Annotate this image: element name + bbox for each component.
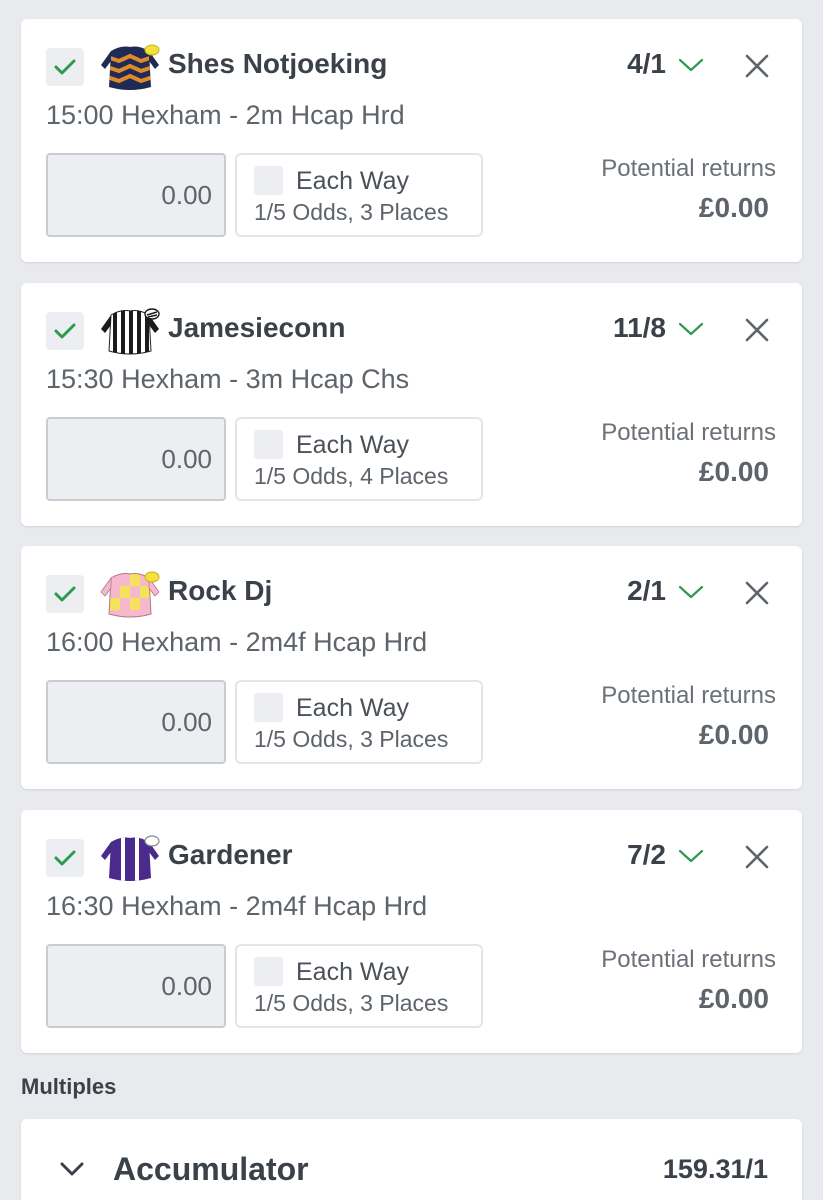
- close-icon: [745, 318, 769, 342]
- stake-input[interactable]: 0.00: [46, 417, 226, 501]
- each-way-terms: 1/5 Odds, 4 Places: [254, 463, 449, 489]
- potential-returns-label: Potential returns: [601, 682, 776, 709]
- black-white-stripes-silk-icon: [101, 308, 160, 355]
- chevron-down-icon[interactable]: [676, 53, 706, 77]
- potential-returns-value: £0.00: [698, 719, 769, 750]
- odds-button[interactable]: 2/1: [627, 575, 666, 607]
- remove-selection-button[interactable]: [743, 843, 771, 871]
- potential-returns-value: £0.00: [698, 983, 769, 1014]
- each-way-terms: 1/5 Odds, 3 Places: [254, 990, 449, 1016]
- each-way-toggle[interactable]: Each Way 1/5 Odds, 4 Places: [235, 417, 483, 501]
- check-icon: [54, 850, 76, 866]
- close-icon: [745, 845, 769, 869]
- each-way-checkbox[interactable]: [254, 957, 283, 986]
- potential-returns-label: Potential returns: [601, 419, 776, 446]
- horse-name: Rock Dj: [168, 575, 273, 606]
- each-way-checkbox[interactable]: [254, 693, 283, 722]
- race-info: 15:30 Hexham - 3m Hcap Chs: [46, 364, 410, 394]
- remove-selection-button[interactable]: [743, 579, 771, 607]
- each-way-toggle[interactable]: Each Way 1/5 Odds, 3 Places: [235, 153, 483, 237]
- chevron-down-icon[interactable]: [676, 844, 706, 868]
- odds-button[interactable]: 7/2: [627, 839, 666, 871]
- close-icon: [745, 54, 769, 78]
- check-icon: [54, 59, 76, 75]
- accumulator-odds: 159.31/1: [662, 1154, 768, 1184]
- remove-selection-button[interactable]: [743, 316, 771, 344]
- check-icon: [54, 323, 76, 339]
- selection-checkbox[interactable]: [46, 575, 84, 613]
- chevron-down-icon[interactable]: [58, 1157, 86, 1181]
- potential-returns-label: Potential returns: [601, 946, 776, 973]
- check-icon: [54, 586, 76, 602]
- race-info: 16:00 Hexham - 2m4f Hcap Hrd: [46, 627, 428, 657]
- race-info: 15:00 Hexham - 2m Hcap Hrd: [46, 100, 405, 130]
- each-way-label: Each Way: [296, 958, 410, 986]
- horse-name: Gardener: [168, 839, 293, 870]
- each-way-label: Each Way: [296, 431, 410, 459]
- horse-name: Jamesieconn: [168, 312, 346, 343]
- each-way-terms: 1/5 Odds, 3 Places: [254, 726, 449, 752]
- stake-input[interactable]: 0.00: [46, 153, 226, 237]
- pink-yellow-check-silk-icon: [100, 571, 160, 618]
- horse-name: Shes Notjoeking: [168, 48, 388, 79]
- each-way-terms: 1/5 Odds, 3 Places: [254, 199, 449, 225]
- odds-button[interactable]: 4/1: [627, 48, 666, 80]
- each-way-checkbox[interactable]: [254, 430, 283, 459]
- bet-selection-card: Jamesieconn 11/8 15:30 Hexham - 3m Hcap …: [21, 283, 802, 526]
- each-way-toggle[interactable]: Each Way 1/5 Odds, 3 Places: [235, 680, 483, 764]
- multiples-heading: Multiples: [21, 1074, 117, 1099]
- odds-button[interactable]: 11/8: [613, 312, 666, 344]
- race-info: 16:30 Hexham - 2m4f Hcap Hrd: [46, 891, 428, 921]
- each-way-toggle[interactable]: Each Way 1/5 Odds, 3 Places: [235, 944, 483, 1028]
- accumulator-card[interactable]: Accumulator 159.31/1: [21, 1119, 802, 1200]
- each-way-label: Each Way: [296, 167, 410, 195]
- purple-white-stripes-silk-icon: [101, 835, 160, 881]
- close-icon: [745, 581, 769, 605]
- stake-input[interactable]: 0.00: [46, 680, 226, 764]
- potential-returns-value: £0.00: [698, 192, 769, 223]
- potential-returns-value: £0.00: [698, 456, 769, 487]
- remove-selection-button[interactable]: [743, 52, 771, 80]
- bet-selection-card: Gardener 7/2 16:30 Hexham - 2m4f Hcap Hr…: [21, 810, 802, 1053]
- accumulator-title: Accumulator: [113, 1151, 309, 1187]
- selection-checkbox[interactable]: [46, 48, 84, 86]
- each-way-checkbox[interactable]: [254, 166, 283, 195]
- bet-selection-card: Rock Dj 2/1 16:00 Hexham - 2m4f Hcap Hrd…: [21, 546, 802, 789]
- selection-checkbox[interactable]: [46, 312, 84, 350]
- navy-orange-chevrons-silk-icon: [101, 44, 160, 90]
- potential-returns-label: Potential returns: [601, 155, 776, 182]
- bet-selection-card: Shes Notjoeking 4/1 15:00 Hexham - 2m Hc…: [21, 19, 802, 262]
- selection-checkbox[interactable]: [46, 839, 84, 877]
- chevron-down-icon[interactable]: [676, 580, 706, 604]
- chevron-down-icon[interactable]: [676, 317, 706, 341]
- each-way-label: Each Way: [296, 694, 410, 722]
- stake-input[interactable]: 0.00: [46, 944, 226, 1028]
